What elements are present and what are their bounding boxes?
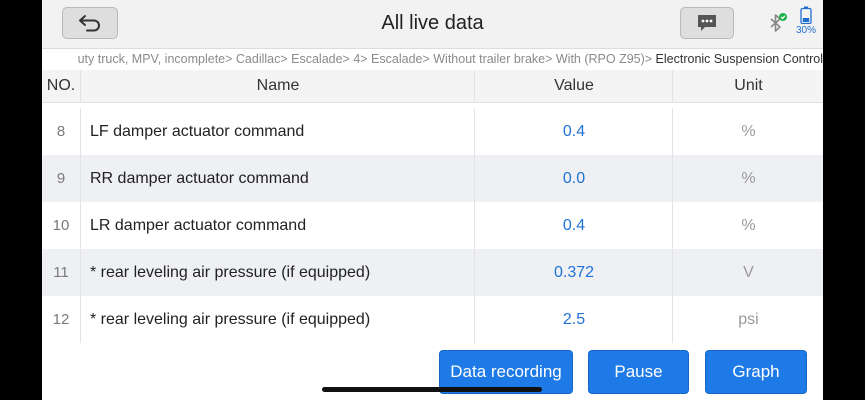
- row-value: 0.4: [474, 202, 673, 249]
- battery-level: 30%: [795, 25, 816, 36]
- row-value: 0.0: [474, 155, 673, 202]
- row-name: RR damper actuator command: [80, 155, 474, 202]
- table-row[interactable]: 12 * rear leveling air pressure (if equi…: [42, 296, 823, 343]
- row-number: 8: [56, 123, 66, 140]
- pause-button[interactable]: Pause: [588, 350, 689, 394]
- message-icon: [698, 15, 716, 31]
- row-unit: %: [672, 202, 823, 249]
- data-table-body[interactable]: 8 LF damper actuator command 0.4 % 9 RR …: [42, 108, 823, 343]
- table-row[interactable]: 10 LR damper actuator command 0.4 %: [42, 202, 823, 249]
- table-row[interactable]: 9 RR damper actuator command 0.0 %: [42, 155, 823, 202]
- row-number: 12: [52, 311, 70, 328]
- battery-status: 30%: [792, 6, 820, 36]
- table-row[interactable]: 8 LF damper actuator command 0.4 %: [42, 108, 823, 155]
- row-value: 0.4: [474, 108, 673, 155]
- table-header: NO. Name Value Unit: [42, 70, 823, 103]
- row-number: 10: [52, 217, 70, 234]
- row-number: 11: [53, 264, 69, 281]
- row-name: * rear leveling air pressure (if equippe…: [80, 249, 474, 296]
- app-window: All live data 30% uty truck, MPV, incomp…: [42, 0, 823, 400]
- message-button[interactable]: [680, 7, 734, 39]
- column-header-no: NO.: [46, 77, 76, 94]
- row-value: 2.5: [474, 296, 673, 343]
- column-header-name: Name: [80, 70, 475, 102]
- row-unit: psi: [672, 296, 823, 343]
- row-unit: %: [672, 108, 823, 155]
- row-value: 0.372: [474, 249, 673, 296]
- column-header-unit: Unit: [672, 70, 823, 102]
- graph-button[interactable]: Graph: [705, 350, 807, 394]
- row-unit: V: [672, 249, 823, 296]
- breadcrumb-trail: uty truck, MPV, incomplete> Cadillac> Es…: [77, 52, 656, 66]
- row-name: LR damper actuator command: [80, 202, 474, 249]
- bluetooth-icon: [770, 13, 787, 32]
- table-row[interactable]: 11 * rear leveling air pressure (if equi…: [42, 249, 823, 296]
- row-number: 9: [56, 170, 66, 187]
- battery-icon: [800, 6, 812, 24]
- column-header-value: Value: [474, 70, 673, 102]
- row-name: LF damper actuator command: [80, 108, 474, 155]
- row-unit: %: [672, 155, 823, 202]
- breadcrumb-current: Electronic Suspension Control: [655, 52, 823, 66]
- header-bar: All live data 30%: [42, 0, 823, 49]
- breadcrumb: uty truck, MPV, incomplete> Cadillac> Es…: [42, 50, 823, 68]
- home-indicator[interactable]: [322, 387, 542, 392]
- row-name: * rear leveling air pressure (if equippe…: [80, 296, 474, 343]
